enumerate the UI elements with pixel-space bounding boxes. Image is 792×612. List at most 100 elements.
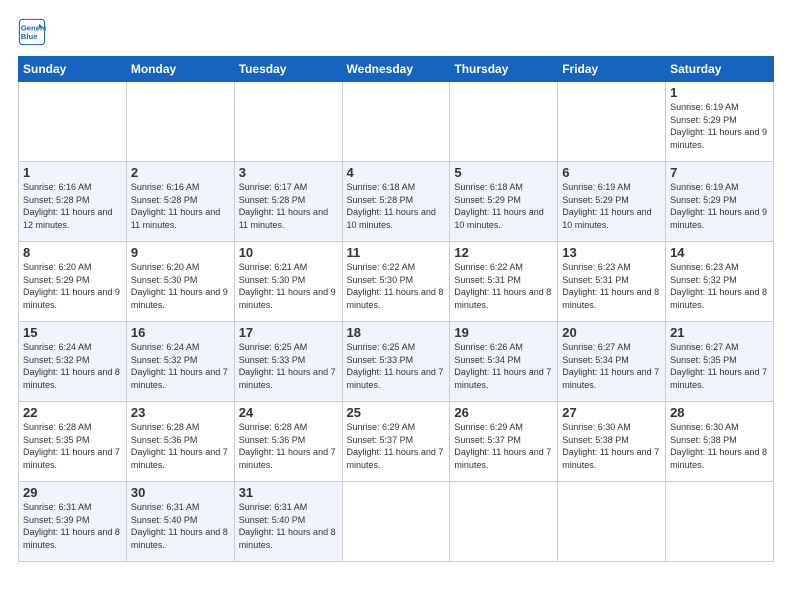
day-number: 11 — [347, 245, 446, 260]
calendar-cell: 8 Sunrise: 6:20 AM Sunset: 5:29 PM Dayli… — [19, 242, 127, 322]
day-number: 23 — [131, 405, 230, 420]
cell-text: Sunrise: 6:27 AM Sunset: 5:35 PM Dayligh… — [670, 341, 769, 391]
calendar-cell: 20 Sunrise: 6:27 AM Sunset: 5:34 PM Dayl… — [558, 322, 666, 402]
calendar-week: 15 Sunrise: 6:24 AM Sunset: 5:32 PM Dayl… — [19, 322, 774, 402]
day-number: 29 — [23, 485, 122, 500]
day-number: 26 — [454, 405, 553, 420]
day-number: 21 — [670, 325, 769, 340]
dow-header: Sunday — [19, 57, 127, 82]
calendar-cell: 31 Sunrise: 6:31 AM Sunset: 5:40 PM Dayl… — [234, 482, 342, 562]
day-number: 18 — [347, 325, 446, 340]
calendar-cell: 3 Sunrise: 6:17 AM Sunset: 5:28 PM Dayli… — [234, 162, 342, 242]
calendar-cell — [450, 482, 558, 562]
calendar-cell — [558, 482, 666, 562]
cell-text: Sunrise: 6:20 AM Sunset: 5:30 PM Dayligh… — [131, 261, 230, 311]
dow-header: Monday — [126, 57, 234, 82]
calendar-cell — [342, 82, 450, 162]
logo: General Blue — [18, 18, 50, 46]
day-number: 30 — [131, 485, 230, 500]
cell-text: Sunrise: 6:29 AM Sunset: 5:37 PM Dayligh… — [454, 421, 553, 471]
day-number: 5 — [454, 165, 553, 180]
cell-text: Sunrise: 6:20 AM Sunset: 5:29 PM Dayligh… — [23, 261, 122, 311]
calendar-cell: 21 Sunrise: 6:27 AM Sunset: 5:35 PM Dayl… — [666, 322, 774, 402]
calendar-cell: 1 Sunrise: 6:19 AM Sunset: 5:29 PM Dayli… — [666, 82, 774, 162]
header: General Blue — [18, 18, 774, 46]
day-number: 14 — [670, 245, 769, 260]
dow-header: Tuesday — [234, 57, 342, 82]
day-number: 1 — [670, 85, 769, 100]
cell-text: Sunrise: 6:26 AM Sunset: 5:34 PM Dayligh… — [454, 341, 553, 391]
calendar-cell: 17 Sunrise: 6:25 AM Sunset: 5:33 PM Dayl… — [234, 322, 342, 402]
cell-text: Sunrise: 6:22 AM Sunset: 5:30 PM Dayligh… — [347, 261, 446, 311]
calendar-week: 8 Sunrise: 6:20 AM Sunset: 5:29 PM Dayli… — [19, 242, 774, 322]
cell-text: Sunrise: 6:25 AM Sunset: 5:33 PM Dayligh… — [239, 341, 338, 391]
cell-text: Sunrise: 6:19 AM Sunset: 5:29 PM Dayligh… — [670, 101, 769, 151]
day-number: 17 — [239, 325, 338, 340]
day-number: 7 — [670, 165, 769, 180]
cell-text: Sunrise: 6:18 AM Sunset: 5:29 PM Dayligh… — [454, 181, 553, 231]
day-number: 13 — [562, 245, 661, 260]
calendar-week: 1 Sunrise: 6:19 AM Sunset: 5:29 PM Dayli… — [19, 82, 774, 162]
cell-text: Sunrise: 6:23 AM Sunset: 5:31 PM Dayligh… — [562, 261, 661, 311]
calendar-cell: 30 Sunrise: 6:31 AM Sunset: 5:40 PM Dayl… — [126, 482, 234, 562]
cell-text: Sunrise: 6:24 AM Sunset: 5:32 PM Dayligh… — [23, 341, 122, 391]
calendar-cell: 26 Sunrise: 6:29 AM Sunset: 5:37 PM Dayl… — [450, 402, 558, 482]
days-of-week-row: SundayMondayTuesdayWednesdayThursdayFrid… — [19, 57, 774, 82]
cell-text: Sunrise: 6:31 AM Sunset: 5:40 PM Dayligh… — [131, 501, 230, 551]
cell-text: Sunrise: 6:30 AM Sunset: 5:38 PM Dayligh… — [670, 421, 769, 471]
day-number: 10 — [239, 245, 338, 260]
calendar: SundayMondayTuesdayWednesdayThursdayFrid… — [18, 56, 774, 562]
day-number: 22 — [23, 405, 122, 420]
page: General Blue SundayMondayTuesdayWednesda… — [0, 0, 792, 612]
calendar-cell: 5 Sunrise: 6:18 AM Sunset: 5:29 PM Dayli… — [450, 162, 558, 242]
calendar-cell: 29 Sunrise: 6:31 AM Sunset: 5:39 PM Dayl… — [19, 482, 127, 562]
day-number: 12 — [454, 245, 553, 260]
calendar-cell — [126, 82, 234, 162]
calendar-cell: 28 Sunrise: 6:30 AM Sunset: 5:38 PM Dayl… — [666, 402, 774, 482]
dow-header: Saturday — [666, 57, 774, 82]
svg-text:Blue: Blue — [21, 32, 38, 41]
dow-header: Thursday — [450, 57, 558, 82]
day-number: 9 — [131, 245, 230, 260]
calendar-week: 22 Sunrise: 6:28 AM Sunset: 5:35 PM Dayl… — [19, 402, 774, 482]
cell-text: Sunrise: 6:16 AM Sunset: 5:28 PM Dayligh… — [131, 181, 230, 231]
calendar-cell — [19, 82, 127, 162]
day-number: 16 — [131, 325, 230, 340]
calendar-cell: 25 Sunrise: 6:29 AM Sunset: 5:37 PM Dayl… — [342, 402, 450, 482]
day-number: 6 — [562, 165, 661, 180]
calendar-cell: 24 Sunrise: 6:28 AM Sunset: 5:36 PM Dayl… — [234, 402, 342, 482]
calendar-cell — [234, 82, 342, 162]
calendar-cell: 1 Sunrise: 6:16 AM Sunset: 5:28 PM Dayli… — [19, 162, 127, 242]
day-number: 4 — [347, 165, 446, 180]
calendar-cell: 7 Sunrise: 6:19 AM Sunset: 5:29 PM Dayli… — [666, 162, 774, 242]
calendar-cell: 11 Sunrise: 6:22 AM Sunset: 5:30 PM Dayl… — [342, 242, 450, 322]
dow-header: Friday — [558, 57, 666, 82]
cell-text: Sunrise: 6:21 AM Sunset: 5:30 PM Dayligh… — [239, 261, 338, 311]
cell-text: Sunrise: 6:28 AM Sunset: 5:36 PM Dayligh… — [131, 421, 230, 471]
cell-text: Sunrise: 6:27 AM Sunset: 5:34 PM Dayligh… — [562, 341, 661, 391]
calendar-cell: 18 Sunrise: 6:25 AM Sunset: 5:33 PM Dayl… — [342, 322, 450, 402]
day-number: 24 — [239, 405, 338, 420]
day-number: 2 — [131, 165, 230, 180]
cell-text: Sunrise: 6:23 AM Sunset: 5:32 PM Dayligh… — [670, 261, 769, 311]
calendar-cell: 12 Sunrise: 6:22 AM Sunset: 5:31 PM Dayl… — [450, 242, 558, 322]
day-number: 19 — [454, 325, 553, 340]
calendar-week: 1 Sunrise: 6:16 AM Sunset: 5:28 PM Dayli… — [19, 162, 774, 242]
calendar-cell: 2 Sunrise: 6:16 AM Sunset: 5:28 PM Dayli… — [126, 162, 234, 242]
calendar-cell — [558, 82, 666, 162]
calendar-cell: 22 Sunrise: 6:28 AM Sunset: 5:35 PM Dayl… — [19, 402, 127, 482]
dow-header: Wednesday — [342, 57, 450, 82]
cell-text: Sunrise: 6:29 AM Sunset: 5:37 PM Dayligh… — [347, 421, 446, 471]
day-number: 28 — [670, 405, 769, 420]
day-number: 8 — [23, 245, 122, 260]
cell-text: Sunrise: 6:25 AM Sunset: 5:33 PM Dayligh… — [347, 341, 446, 391]
day-number: 27 — [562, 405, 661, 420]
calendar-cell — [450, 82, 558, 162]
calendar-cell: 9 Sunrise: 6:20 AM Sunset: 5:30 PM Dayli… — [126, 242, 234, 322]
calendar-cell: 10 Sunrise: 6:21 AM Sunset: 5:30 PM Dayl… — [234, 242, 342, 322]
calendar-cell: 13 Sunrise: 6:23 AM Sunset: 5:31 PM Dayl… — [558, 242, 666, 322]
calendar-cell — [342, 482, 450, 562]
cell-text: Sunrise: 6:18 AM Sunset: 5:28 PM Dayligh… — [347, 181, 446, 231]
cell-text: Sunrise: 6:17 AM Sunset: 5:28 PM Dayligh… — [239, 181, 338, 231]
cell-text: Sunrise: 6:16 AM Sunset: 5:28 PM Dayligh… — [23, 181, 122, 231]
